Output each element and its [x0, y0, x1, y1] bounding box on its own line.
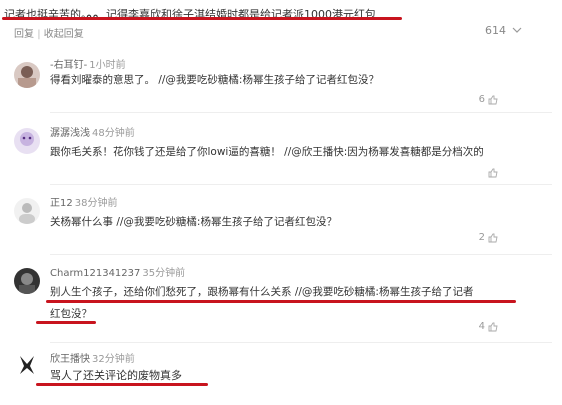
- reply-text: 骂人了还关评论的废物真多: [50, 369, 182, 382]
- divider: [50, 112, 552, 113]
- avatar[interactable]: [14, 128, 40, 154]
- reply-author[interactable]: 正12 38分钟前: [50, 194, 117, 209]
- avatar[interactable]: [14, 352, 40, 378]
- reply-item: 潺潺浅浅 48分钟前 跟你毛关系！花你钱了还是给了你lowi逼的喜糖！ //@欣王…: [0, 122, 562, 185]
- reply-text-line-1: 别人生个孩子，还给你们愁死了，跟杨幂有什么关系 //@我要吃砂糖橘:杨幂生孩子给…: [50, 286, 474, 298]
- collapse-arrow-icon[interactable]: [512, 25, 522, 35]
- divider: [50, 254, 552, 255]
- top-comment-actions: 回复 | 收起回复: [14, 29, 84, 40]
- reply-item: Charm121341237 35分钟前 别人生个孩子，还给你们愁死了，跟杨幂有什…: [0, 262, 562, 343]
- red-underline: [36, 383, 208, 386]
- reply-author[interactable]: 欣王播快 32分钟前: [50, 350, 135, 365]
- top-comment: 记者也挺辛苦的。。。记得李嘉欣和徐子淇结婚时都是给记者派1000港元红包 回复 …: [0, 0, 562, 44]
- reply-link[interactable]: 回复: [14, 29, 34, 40]
- thumbs-up-icon[interactable]: [488, 322, 498, 332]
- like-count: 4: [478, 321, 485, 332]
- thumbs-up-icon[interactable]: [488, 95, 498, 105]
- reply-author[interactable]: 潺潺浅浅 48分钟前: [50, 124, 135, 139]
- like-count: 614: [485, 24, 506, 37]
- thumbs-up-icon[interactable]: [488, 233, 498, 243]
- reply-time: 35分钟前: [142, 268, 186, 279]
- collapse-replies-link[interactable]: 收起回复: [44, 29, 84, 40]
- like-count: 2: [478, 232, 485, 243]
- reply-time: 48分钟前: [92, 128, 135, 139]
- red-underline: [36, 321, 96, 324]
- reply-time: 1小时前: [89, 60, 126, 71]
- avatar[interactable]: [14, 62, 40, 88]
- reply-author[interactable]: Charm121341237 35分钟前: [50, 264, 185, 279]
- reply-text: 得看刘曜泰的意思了。 //@我要吃砂糖橘:杨幂生孩子给了记者红包没？: [50, 74, 379, 86]
- reply-item: 欣王播快 32分钟前 骂人了还关评论的废物真多: [0, 350, 562, 405]
- reply-time: 38分钟前: [74, 198, 118, 209]
- reply-time: 32分钟前: [92, 354, 135, 365]
- reply-item: -右耳钉- 1小时前 得看刘曜泰的意思了。 //@我要吃砂糖橘:杨幂生孩子给了记者…: [0, 52, 562, 113]
- red-underline-top: [2, 17, 402, 20]
- red-underline: [46, 300, 516, 303]
- reply-text-line-2: 红包没？: [50, 308, 92, 320]
- divider: [50, 184, 552, 185]
- avatar[interactable]: [14, 198, 40, 224]
- thumbs-up-icon[interactable]: [488, 168, 498, 178]
- avatar[interactable]: [14, 268, 40, 294]
- divider: [50, 342, 552, 343]
- reply-author[interactable]: -右耳钉- 1小时前: [50, 56, 126, 71]
- reply-text: 关杨幂什么事 //@我要吃砂糖橘:杨幂生孩子给了记者红包没？: [50, 216, 337, 228]
- reply-item: 正12 38分钟前 关杨幂什么事 //@我要吃砂糖橘:杨幂生孩子给了记者红包没？ …: [0, 192, 562, 255]
- like-count: 6: [478, 94, 485, 105]
- reply-text: 跟你毛关系！花你钱了还是给了你lowi逼的喜糖！ //@欣王播快:因为杨幂发喜糖…: [50, 146, 484, 158]
